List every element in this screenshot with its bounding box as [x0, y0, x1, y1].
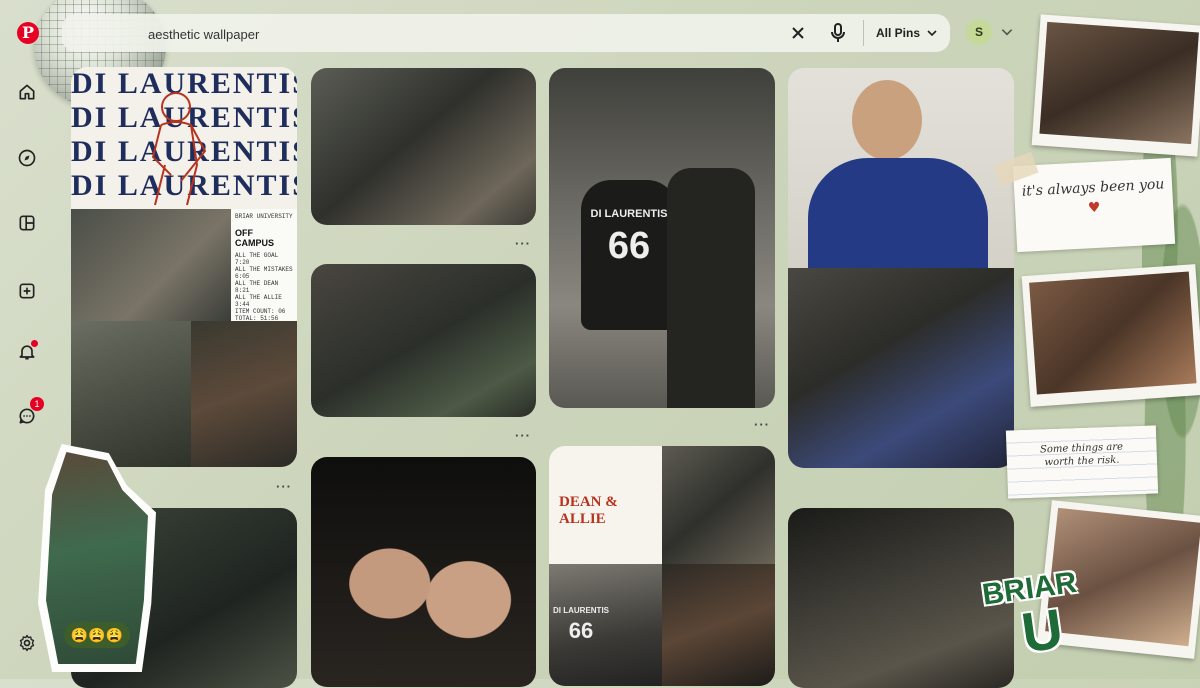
- pin-bar-counter[interactable]: [311, 68, 536, 225]
- sidebar-item-boards[interactable]: [12, 208, 42, 238]
- blue-jersey: [808, 158, 988, 268]
- avatar[interactable]: S: [966, 19, 992, 45]
- polaroid-photo: [1039, 21, 1199, 145]
- pin-hockey-portrait[interactable]: [788, 68, 1014, 468]
- receipt-line: ALL THE ALLIE 3:44: [235, 294, 282, 308]
- home-icon: [19, 84, 35, 100]
- pin-filter-dropdown[interactable]: All Pins: [876, 22, 938, 44]
- pin-dean-allie-collage[interactable]: DEAN & ALLIE DI LAURENTIS 66: [549, 446, 775, 686]
- sidebar-item-create[interactable]: [12, 276, 42, 306]
- pin-more-button[interactable]: ···: [276, 480, 292, 493]
- chevron-down-icon: [927, 30, 937, 37]
- polaroid-photo: [1029, 271, 1197, 395]
- pin-couple-selfie[interactable]: [311, 457, 536, 687]
- boards-icon: [19, 215, 35, 231]
- clear-search-icon[interactable]: [788, 23, 808, 43]
- receipt-title: OFF CAMPUS: [235, 228, 275, 248]
- note-small-text: Some things are worth the risk.: [1039, 441, 1124, 469]
- night-couple-photo: [662, 564, 775, 686]
- account-chevron-icon[interactable]: [1000, 25, 1014, 39]
- bar-night-photo: [788, 508, 1014, 688]
- dean-allie-label: DEAN & ALLIE: [559, 494, 618, 527]
- jacket-name: DI LAURENTIS: [590, 208, 668, 220]
- receipt-line: ITEM COUNT: 06: [235, 308, 286, 315]
- mini-jacket-name: DI LAURENTIS: [553, 606, 609, 615]
- sidebar-item-home[interactable]: [12, 77, 42, 107]
- pin-jacket-66[interactable]: DI LAURENTIS 66: [549, 68, 775, 408]
- pin-di-laurentis-collage[interactable]: DI LAURENTIS DI LAURENTIS DI LAURENTIS D…: [71, 67, 297, 467]
- pin-dancing-bar[interactable]: [311, 264, 536, 417]
- pin-more-button[interactable]: ···: [515, 237, 531, 250]
- emoji-reaction-bubble: 😩😩😩: [64, 622, 130, 648]
- pin-bar-night[interactable]: [788, 508, 1014, 688]
- briar-u-sticker: BRIAR U: [980, 566, 1086, 666]
- bar-scene-photo: [71, 209, 231, 321]
- dark-suit: [667, 168, 755, 408]
- search-bar: All Pins: [62, 14, 950, 52]
- receipt-line: ALL THE GOAL 7:20: [235, 252, 279, 266]
- mini-jacket-number: 66: [568, 618, 594, 643]
- face-shape: [852, 80, 922, 160]
- smiling-bar-photo: [788, 268, 1014, 468]
- microphone-icon[interactable]: [826, 21, 850, 45]
- pin-more-button[interactable]: ···: [754, 418, 770, 431]
- compass-icon: [18, 149, 36, 167]
- jacket-portrait-photo: [71, 321, 191, 467]
- polaroid-top: [1031, 14, 1200, 157]
- pin-filter-label: All Pins: [876, 26, 921, 40]
- search-input[interactable]: [146, 22, 810, 46]
- receipt-school: BRIAR UNIVERSITY: [235, 213, 293, 220]
- sidebar-item-notifications[interactable]: [12, 337, 42, 367]
- polaroid-middle: [1021, 264, 1200, 407]
- plus-square-icon: [19, 283, 35, 299]
- pin-more-button[interactable]: ···: [515, 429, 531, 442]
- bar-counter-photo: [311, 68, 536, 225]
- briar-letter: U: [1017, 596, 1067, 665]
- receipt-line: ALL THE MISTAKES 6:05: [235, 266, 293, 280]
- search-divider: [863, 20, 864, 46]
- pinterest-logo-icon[interactable]: P: [17, 22, 39, 44]
- receipt-card: BRIAR UNIVERSITY OFF CAMPUS ALL THE GOAL…: [231, 209, 297, 342]
- hockey-player-sketch: [151, 92, 207, 206]
- dancing-bar-photo: [311, 264, 536, 417]
- sidebar-item-explore[interactable]: [12, 143, 42, 173]
- jacket-number: 66: [607, 225, 651, 267]
- receipt-line: ALL THE DEAN 8:21: [235, 280, 279, 294]
- sidebar-item-messages[interactable]: 1: [12, 397, 44, 431]
- smiling-portrait-photo: [191, 321, 297, 467]
- title-card: DEAN & ALLIE: [549, 446, 662, 564]
- bar-photo: [662, 446, 775, 564]
- note-card-small: Some things are worth the risk.: [1005, 425, 1159, 499]
- message-count-badge: 1: [30, 397, 44, 411]
- gear-icon: [19, 634, 35, 652]
- couple-selfie-photo: [311, 457, 536, 687]
- sidebar-item-settings[interactable]: [12, 628, 42, 658]
- notification-dot: [31, 340, 38, 347]
